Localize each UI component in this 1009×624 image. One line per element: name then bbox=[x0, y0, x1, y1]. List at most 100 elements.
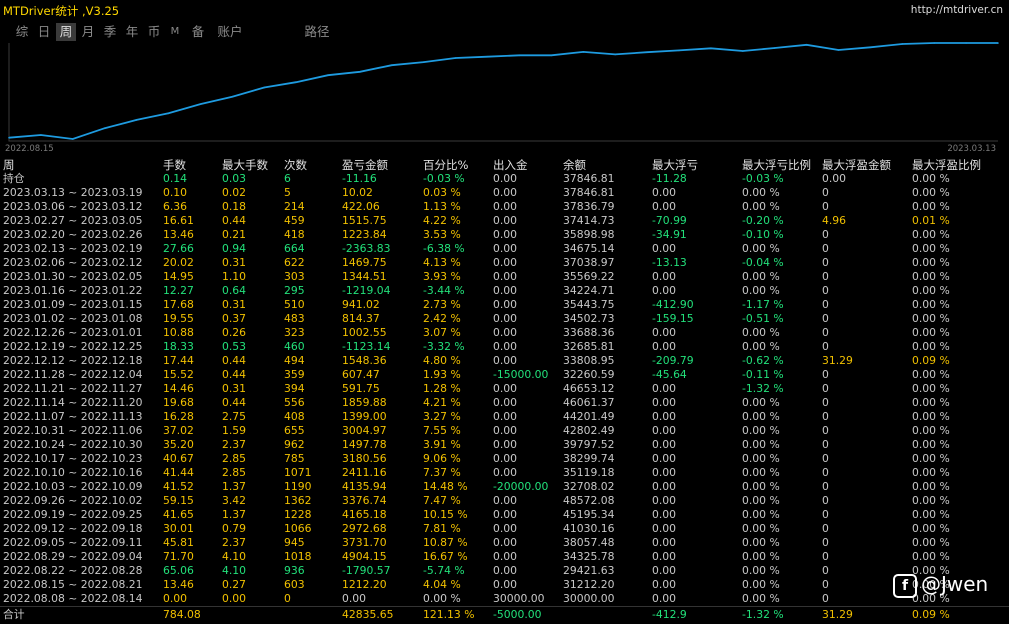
table-row-cell-4: 4904.15 bbox=[342, 550, 387, 563]
table-row[interactable]: 2023.03.06 ~ 2023.03.12 6.36 0.18 214 422.06… bbox=[0, 200, 1009, 214]
table-row-cell-6: 0.00 bbox=[493, 214, 518, 227]
table-row-cell-9: -1.32 % bbox=[742, 382, 784, 395]
table-row[interactable]: 2023.02.06 ~ 2023.02.12 20.02 0.31 622 1469.… bbox=[0, 256, 1009, 270]
equity-point bbox=[678, 49, 680, 52]
app-title: MTDriver统计 ,V3.25 bbox=[3, 4, 120, 18]
tab-7[interactable]: M bbox=[166, 23, 184, 41]
table-row[interactable]: 2022.11.28 ~ 2022.12.04 15.52 0.44 359 607.4… bbox=[0, 368, 1009, 382]
table-row[interactable]: 2023.01.09 ~ 2023.01.15 17.68 0.31 510 941.0… bbox=[0, 298, 1009, 312]
table-row[interactable]: 2023.02.13 ~ 2023.02.19 27.66 0.94 664 -2363… bbox=[0, 242, 1009, 256]
table-row-cell-1: 41.52 bbox=[163, 480, 194, 493]
table-row-cell-9: 0.00 % bbox=[742, 340, 780, 353]
table-row-cell-11: 0.00 % bbox=[912, 522, 950, 535]
tab-3[interactable]: 月 bbox=[78, 23, 98, 41]
table-row-cell-8: 0.00 bbox=[652, 480, 677, 493]
table-row-cell-10: 0 bbox=[822, 200, 829, 213]
table-row[interactable]: 2023.02.27 ~ 2023.03.05 16.61 0.44 459 1515.… bbox=[0, 214, 1009, 228]
table-row[interactable]: 2022.10.17 ~ 2022.10.23 40.67 2.85 785 3180.… bbox=[0, 452, 1009, 466]
total-row[interactable]: 合计 784.08 42835.65 121.13 % -5000.00 -412.9 -1… bbox=[0, 608, 1009, 622]
table-row[interactable]: 2022.08.15 ~ 2022.08.21 13.46 0.27 603 1212.… bbox=[0, 578, 1009, 592]
table-row[interactable]: 2022.10.10 ~ 2022.10.16 41.44 2.85 1071 2411… bbox=[0, 466, 1009, 480]
tab-9[interactable]: 账户 bbox=[212, 23, 248, 41]
site-link[interactable]: http://mtdriver.cn bbox=[911, 4, 1003, 16]
table-row-cell-0: 2022.09.26 ~ 2022.10.02 bbox=[3, 494, 143, 507]
table-row[interactable]: 2023.03.13 ~ 2023.03.19 0.10 0.02 5 10.02 0.0… bbox=[0, 186, 1009, 200]
tab-4[interactable]: 季 bbox=[100, 23, 120, 41]
table-row-cell-7: 29421.63 bbox=[563, 564, 615, 577]
table-row[interactable]: 持仓 0.14 0.03 6 -11.16 -0.03 % 0.00 37846.81 -11.… bbox=[0, 172, 1009, 186]
tab-2[interactable]: 周 bbox=[56, 23, 76, 41]
table-row-cell-5: 7.37 % bbox=[423, 466, 461, 479]
table-row[interactable]: 2022.08.29 ~ 2022.09.04 71.70 4.10 1018 4904… bbox=[0, 550, 1009, 564]
table-header-cell-11: 最大浮盈比例 bbox=[912, 158, 981, 172]
table-row-cell-3: 323 bbox=[284, 326, 305, 339]
table-row-cell-6: -20000.00 bbox=[493, 480, 549, 493]
table-row-cell-10: 31.29 bbox=[822, 354, 853, 367]
table-row-cell-1: 40.67 bbox=[163, 452, 194, 465]
table-row-cell-7: 32708.02 bbox=[563, 480, 615, 493]
table-row-cell-3: 1190 bbox=[284, 480, 312, 493]
table-row-cell-0: 2023.01.02 ~ 2023.01.08 bbox=[3, 312, 143, 325]
equity-point bbox=[295, 81, 297, 83]
table-row[interactable]: 2022.12.26 ~ 2023.01.01 10.88 0.26 323 1002.… bbox=[0, 326, 1009, 340]
table-row[interactable]: 2022.10.31 ~ 2022.11.06 37.02 1.59 655 3004.… bbox=[0, 424, 1009, 438]
table-row-cell-11: 0.00 % bbox=[912, 172, 950, 185]
table-row-cell-9: 0.00 % bbox=[742, 592, 780, 605]
table-row-cell-4: 1469.75 bbox=[342, 256, 387, 269]
table-row[interactable]: 2022.09.26 ~ 2022.10.02 59.15 3.42 1362 3376… bbox=[0, 494, 1009, 508]
equity-chart-svg: 2022.08.15 2023.03.13 bbox=[5, 42, 999, 154]
table-row-cell-9: -0.04 % bbox=[742, 256, 784, 269]
table-row-cell-7: 37846.81 bbox=[563, 186, 615, 199]
table-row[interactable]: 2022.08.08 ~ 2022.08.14 0.00 0.00 0 0.00 0.00… bbox=[0, 592, 1009, 606]
table-row-cell-1: 45.81 bbox=[163, 536, 194, 549]
table-row-cell-6: 0.00 bbox=[493, 340, 518, 353]
table-row[interactable]: 2023.01.16 ~ 2023.01.22 12.27 0.64 295 -1219… bbox=[0, 284, 1009, 298]
table-row-cell-11: 0.09 % bbox=[912, 354, 950, 367]
table-row-cell-0: 2023.02.06 ~ 2023.02.12 bbox=[3, 256, 143, 269]
table-row[interactable]: 2022.12.19 ~ 2022.12.25 18.33 0.53 460 -1123… bbox=[0, 340, 1009, 354]
table-row-cell-11: 0.00 % bbox=[912, 480, 950, 493]
table-row[interactable]: 2022.12.12 ~ 2022.12.18 17.44 0.44 494 1548.… bbox=[0, 354, 1009, 368]
table-row-cell-6: 0.00 bbox=[493, 256, 518, 269]
table-row-cell-10: 0 bbox=[822, 438, 829, 451]
table-row-cell-11: 0.00 % bbox=[912, 368, 950, 381]
table-row[interactable]: 2022.09.19 ~ 2022.09.25 41.65 1.37 1228 4165… bbox=[0, 508, 1009, 522]
table-row-cell-6: 0.00 bbox=[493, 550, 518, 563]
table-row[interactable]: 2022.11.07 ~ 2022.11.13 16.28 2.75 408 1399.… bbox=[0, 410, 1009, 424]
table-row-cell-4: -11.16 bbox=[342, 172, 377, 185]
table-row-cell-9: -0.62 % bbox=[742, 354, 784, 367]
table-row[interactable]: 2022.11.21 ~ 2022.11.27 14.46 0.31 394 591.7… bbox=[0, 382, 1009, 396]
tab-1[interactable]: 日 bbox=[34, 23, 54, 41]
table-row-cell-3: 408 bbox=[284, 410, 305, 423]
table-row-cell-9: 0.00 % bbox=[742, 186, 780, 199]
table-row-cell-7: 38057.48 bbox=[563, 536, 615, 549]
table-row[interactable]: 2022.09.12 ~ 2022.09.18 30.01 0.79 1066 2972… bbox=[0, 522, 1009, 536]
table-row[interactable]: 2023.02.20 ~ 2023.02.26 13.46 0.21 418 1223.… bbox=[0, 228, 1009, 242]
table-row[interactable]: 2022.08.22 ~ 2022.08.28 65.06 4.10 936 -1790… bbox=[0, 564, 1009, 578]
table-row-cell-10: 0 bbox=[822, 466, 829, 479]
table-row-cell-10: 4.96 bbox=[822, 214, 847, 227]
table-row[interactable]: 2023.01.02 ~ 2023.01.08 19.55 0.37 483 814.3… bbox=[0, 312, 1009, 326]
table-row-cell-5: 2.73 % bbox=[423, 298, 461, 311]
table-row[interactable]: 2022.10.03 ~ 2022.10.09 41.52 1.37 1190 4135… bbox=[0, 480, 1009, 494]
table-row-cell-5: 4.13 % bbox=[423, 256, 461, 269]
tab-8[interactable]: 备 bbox=[187, 23, 209, 41]
table-row[interactable]: 2022.10.24 ~ 2022.10.30 35.20 2.37 962 1497.… bbox=[0, 438, 1009, 452]
tab-0[interactable]: 综 bbox=[12, 23, 32, 41]
table-row-cell-7: 38299.74 bbox=[563, 452, 615, 465]
table-row[interactable]: 2022.11.14 ~ 2022.11.20 19.68 0.44 556 1859.… bbox=[0, 396, 1009, 410]
table-row[interactable]: 2023.01.30 ~ 2023.02.05 14.95 1.10 303 1344.… bbox=[0, 270, 1009, 284]
title-bar: MTDriver统计 ,V3.25 http://mtdriver.cn bbox=[0, 0, 1009, 21]
tab-10[interactable]: 路径 bbox=[298, 23, 336, 41]
table-row[interactable]: 2022.09.05 ~ 2022.09.11 45.81 2.37 945 3731.… bbox=[0, 536, 1009, 550]
table-row-cell-11: 0.00 % bbox=[912, 312, 950, 325]
table-header: 周 手数 最大手数 次数 盈亏金额 百分比% 出入金 余额 最大浮亏 最大浮亏比例 最大浮盈金额 最大… bbox=[0, 158, 1009, 172]
tab-5[interactable]: 年 bbox=[122, 23, 142, 41]
table-row-cell-3: 510 bbox=[284, 298, 305, 311]
table-row-cell-7: 33808.95 bbox=[563, 354, 615, 367]
table-row-cell-0: 2022.08.29 ~ 2022.09.04 bbox=[3, 550, 143, 563]
table-row-cell-5: -0.03 % bbox=[423, 172, 465, 185]
tab-6[interactable]: 币 bbox=[144, 23, 164, 41]
table-row-cell-7: 30000.00 bbox=[563, 592, 615, 605]
table-row-cell-5: -3.32 % bbox=[423, 340, 465, 353]
